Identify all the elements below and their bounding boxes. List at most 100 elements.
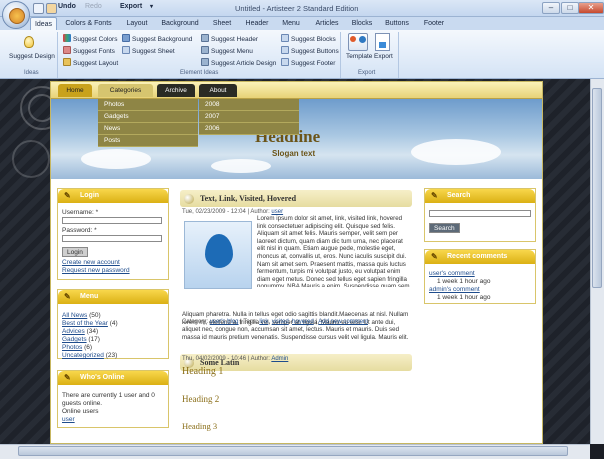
create-account-link[interactable]: Create new account: [62, 259, 164, 267]
export-group-label: Export: [358, 70, 376, 76]
maximize-button[interactable]: □: [561, 2, 579, 14]
dropdown-item-posts[interactable]: Posts: [98, 135, 198, 147]
export-quick-button[interactable]: Export: [120, 3, 142, 10]
dropdown-item-photos[interactable]: Photos: [98, 99, 198, 111]
buttons-icon: [281, 46, 289, 54]
menu-block-header: ✎ Menu: [58, 290, 168, 304]
layout-icon: [63, 58, 71, 66]
drupal-logo-icon: [205, 234, 233, 268]
menu-item[interactable]: Best of the Year (4): [62, 320, 164, 328]
joomla-icon: [350, 36, 356, 42]
tab-footer[interactable]: Footer: [419, 17, 449, 30]
chevron-down-icon[interactable]: ▾: [150, 3, 153, 10]
suggest-fonts-button[interactable]: Suggest Fonts: [63, 46, 118, 56]
footer-icon: [281, 58, 289, 66]
redo-button[interactable]: Redo: [85, 3, 102, 10]
categories-dropdown: Photos Gadgets News Posts: [98, 99, 198, 147]
drupal-icon: [359, 36, 366, 43]
comment-link[interactable]: admin's comment: [429, 286, 531, 294]
post-footer: Category: user's blog | Tags: link, visi…: [182, 319, 368, 325]
tab-articles[interactable]: Articles: [310, 17, 344, 30]
element-ideas-label: Element Ideas: [180, 70, 219, 76]
tab-background[interactable]: Background: [158, 17, 202, 30]
application-orb-button[interactable]: [2, 1, 30, 29]
horizontal-scroll-thumb[interactable]: [18, 446, 568, 456]
save-icon[interactable]: [33, 3, 44, 14]
suggest-layout-button[interactable]: Suggest Layout: [63, 58, 118, 68]
nav-categories[interactable]: Categories: [98, 84, 153, 97]
menu-item[interactable]: Advices (34): [62, 328, 164, 336]
username-label: Username: *: [62, 209, 99, 216]
comment-link[interactable]: user's comment: [429, 270, 531, 278]
close-button[interactable]: ✕: [578, 2, 604, 14]
post-body: Lorem ipsum dolor sit amet, link, visite…: [257, 215, 412, 287]
online-users-label: Online users: [62, 408, 99, 415]
dropdown-item-2006[interactable]: 2006: [199, 123, 299, 135]
login-button[interactable]: Login: [62, 247, 88, 257]
decorative-circle: [12, 140, 50, 178]
minimize-button[interactable]: –: [542, 2, 560, 14]
suggest-blocks-button[interactable]: Suggest Blocks: [281, 34, 339, 44]
heading-3: Heading 3: [182, 421, 218, 431]
dropdown-item-news[interactable]: News: [98, 123, 198, 135]
online-status-line: guests online.: [62, 400, 103, 407]
password-label: Password: *: [62, 227, 97, 234]
window-title: Untitled - Artisteer 2 Standard Edition: [235, 4, 359, 13]
pencil-icon: ✎: [64, 292, 71, 301]
menu-item[interactable]: Gadgets (17): [62, 336, 164, 344]
nav-about[interactable]: About: [199, 84, 237, 97]
menu-item[interactable]: All News (50): [62, 312, 164, 320]
site-slogan: Slogan text: [272, 149, 316, 158]
suggest-buttons-button[interactable]: Suggest Buttons: [281, 46, 339, 56]
suggest-menu-button[interactable]: Suggest Menu: [201, 46, 276, 56]
nav-archive[interactable]: Archive: [157, 84, 195, 97]
search-block: ✎ Search Search: [424, 188, 536, 242]
dropdown-item-2008[interactable]: 2008: [199, 99, 299, 111]
online-user-link[interactable]: user: [62, 416, 164, 424]
suggest-background-button[interactable]: Suggest Background: [122, 34, 192, 44]
tab-blocks[interactable]: Blocks: [348, 17, 376, 30]
post-body-paragraph-2: Aliquam pharetra. Nulla in tellus eget o…: [182, 311, 409, 341]
search-input[interactable]: [429, 210, 531, 217]
search-block-header: ✎ Search: [425, 189, 535, 203]
background-icon: [122, 34, 130, 42]
comment-time: 1 week 1 hour ago: [437, 278, 491, 285]
suggest-colors-button[interactable]: Suggest Colors: [63, 34, 118, 44]
export-button[interactable]: Export: [374, 52, 393, 62]
password-input[interactable]: [62, 235, 162, 242]
tab-header[interactable]: Header: [242, 17, 272, 30]
blocks-icon: [281, 34, 289, 42]
request-password-link[interactable]: Request new password: [62, 267, 164, 275]
suggest-article-design-button[interactable]: Suggest Article Design: [201, 58, 276, 68]
tab-buttons[interactable]: Buttons: [381, 17, 413, 30]
recent-comments-block: ✎ Recent comments user's comment 1 week 1…: [424, 249, 536, 304]
menu-item[interactable]: Photos (6): [62, 344, 164, 352]
vertical-scroll-thumb[interactable]: [592, 88, 602, 288]
undo-icon[interactable]: [46, 3, 57, 14]
suggest-sheet-button[interactable]: Suggest Sheet: [122, 46, 192, 56]
tab-colors-fonts[interactable]: Colors & Fonts: [61, 17, 116, 30]
dropdown-item-gadgets[interactable]: Gadgets: [98, 111, 198, 123]
search-button[interactable]: Search: [429, 223, 460, 233]
pencil-icon: ✎: [64, 373, 71, 382]
tab-ideas[interactable]: Ideas: [30, 17, 57, 30]
menu-item[interactable]: Uncategorized (23): [62, 352, 164, 360]
post-title-bar: Text, Link, Visited, Hovered: [180, 190, 412, 207]
post-meta: Thu, 04/02/2009 - 10:46 | Author: Admin: [182, 356, 289, 362]
login-block: ✎ Login Username: * Password: * Login Cre…: [57, 188, 169, 280]
undo-button[interactable]: Undo: [58, 3, 76, 10]
suggest-footer-button[interactable]: Suggest Footer: [281, 58, 339, 68]
tab-sheet[interactable]: Sheet: [208, 17, 236, 30]
template-button[interactable]: Template: [346, 52, 372, 62]
suggest-header-button[interactable]: Suggest Header: [201, 34, 276, 44]
menu-icon: [201, 46, 209, 54]
suggest-design-button[interactable]: Suggest Design: [9, 52, 55, 62]
palette-icon: [63, 34, 71, 42]
tab-menu[interactable]: Menu: [278, 17, 304, 30]
tab-layout[interactable]: Layout: [122, 17, 152, 30]
dropdown-item-2007[interactable]: 2007: [199, 111, 299, 123]
nav-home[interactable]: Home: [58, 84, 92, 97]
post-title[interactable]: Text, Link, Visited, Hovered: [200, 194, 296, 203]
heading-2: Heading 2: [182, 394, 220, 404]
username-input[interactable]: [62, 217, 162, 224]
